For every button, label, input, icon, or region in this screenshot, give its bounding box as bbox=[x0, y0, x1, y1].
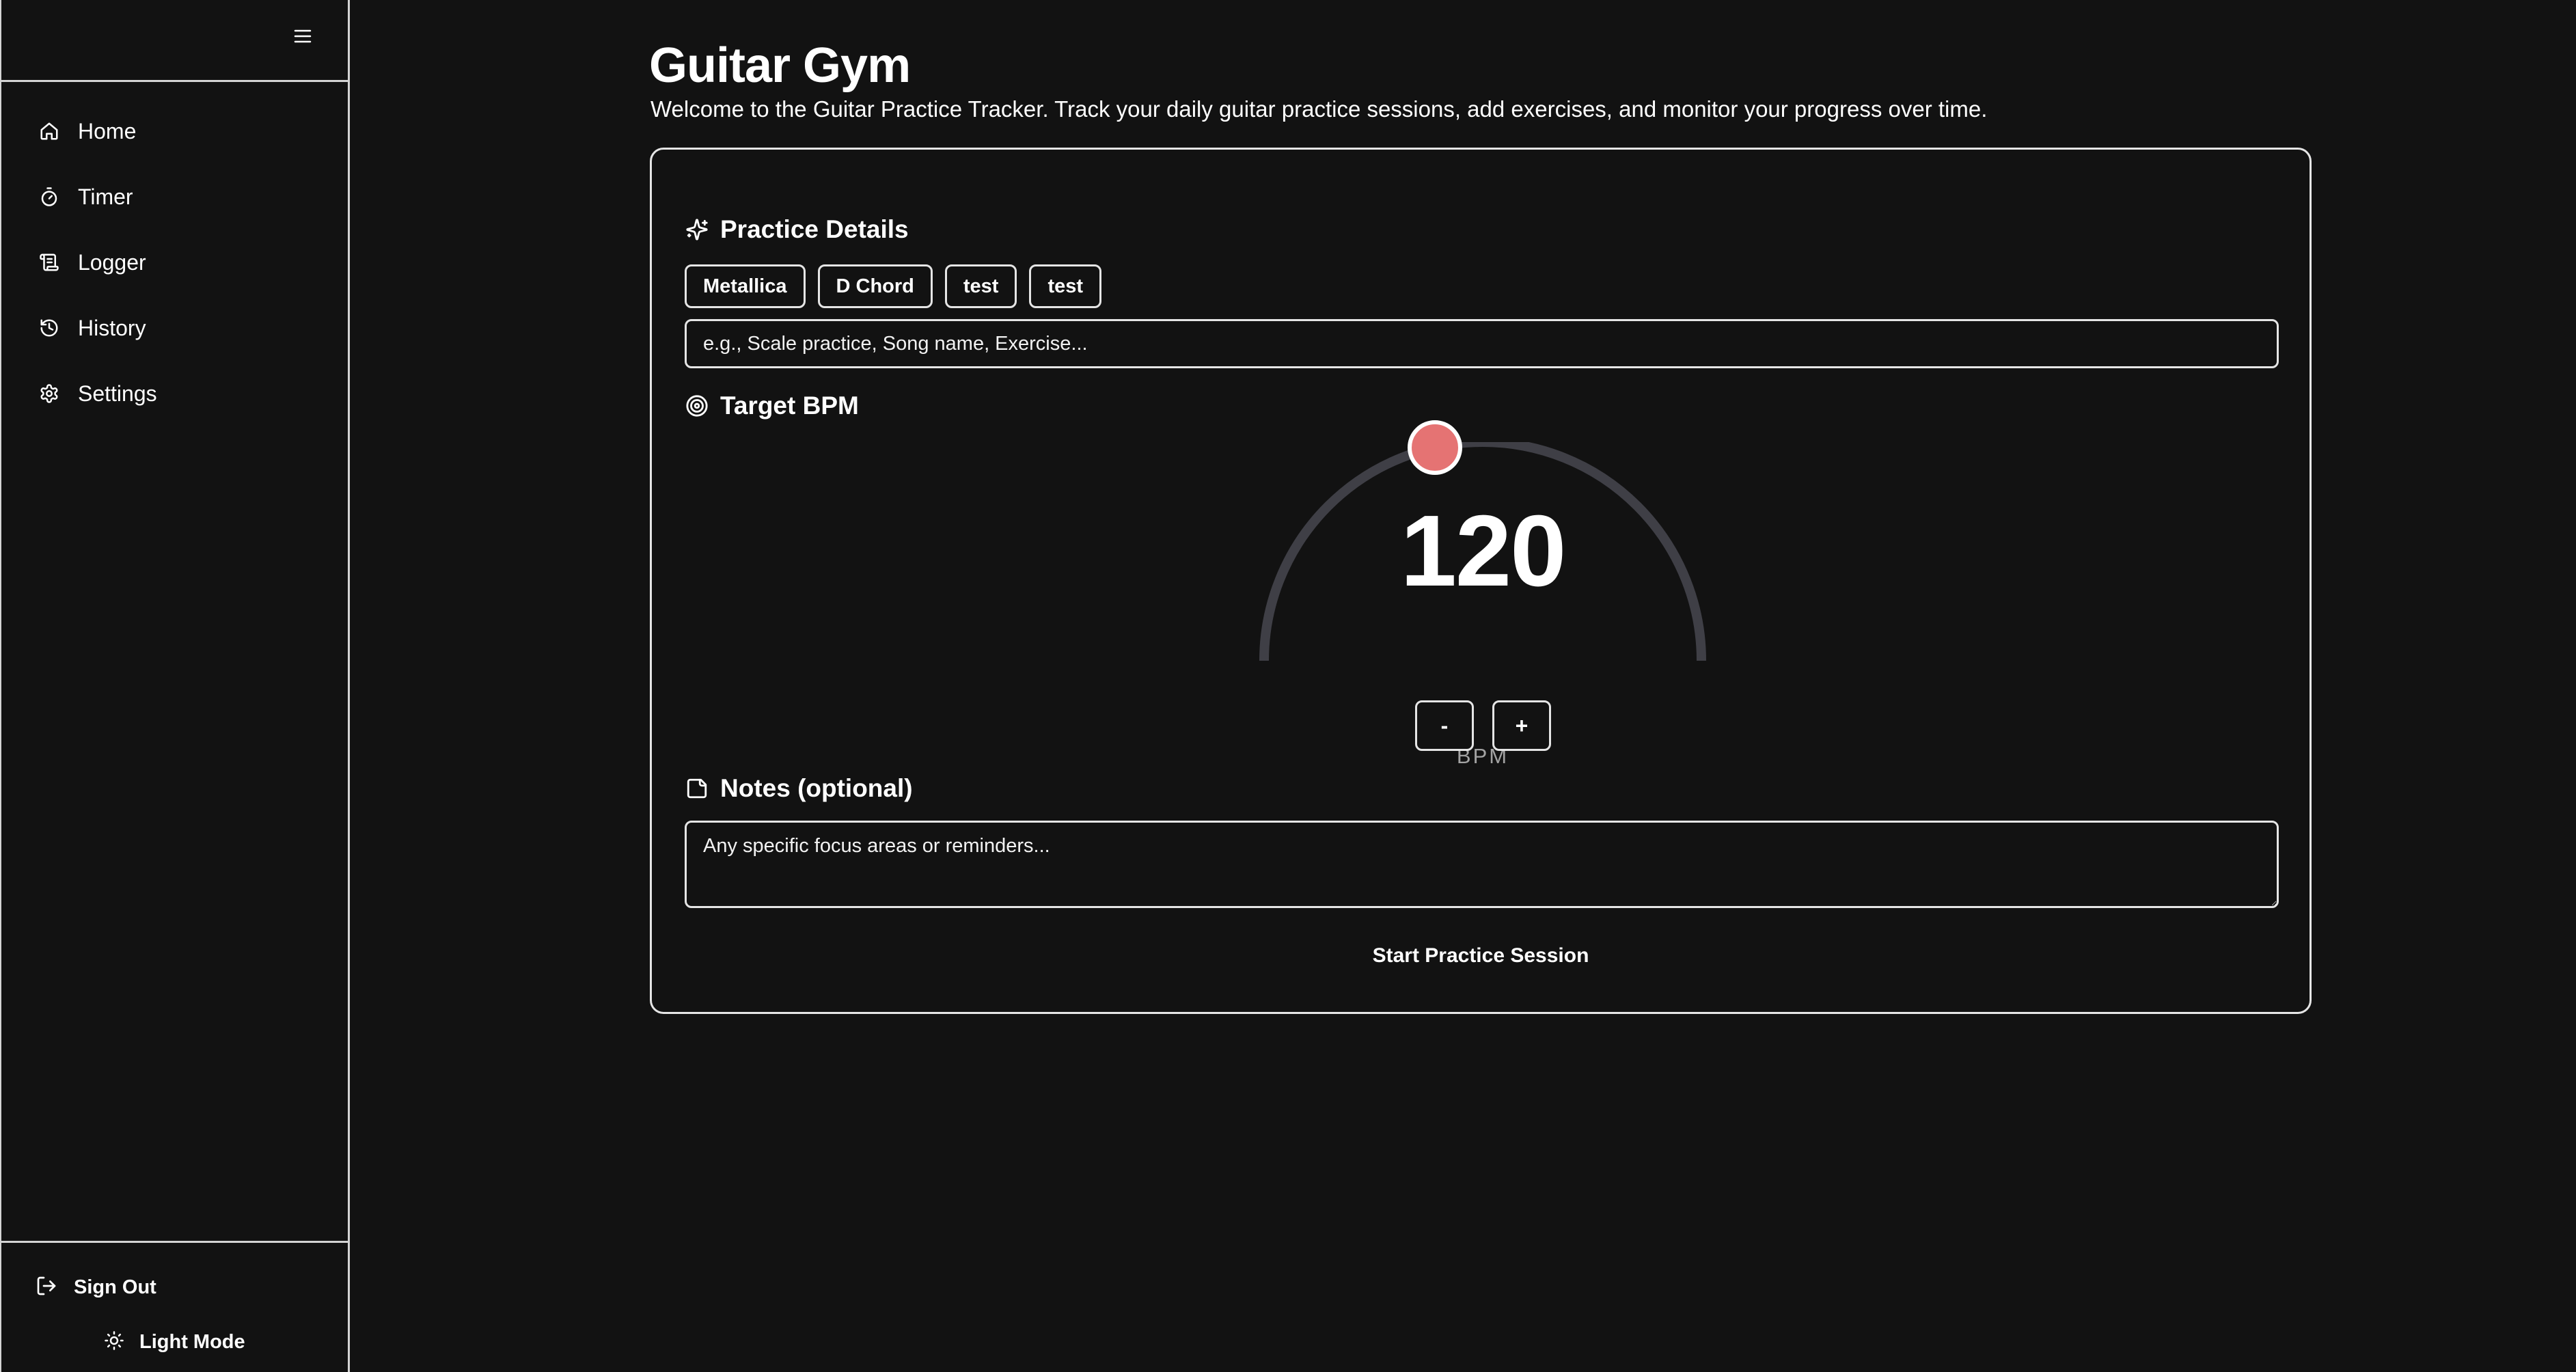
light-mode-label: Light Mode bbox=[139, 1330, 245, 1353]
sidebar-footer: Sign Out Light Mode bbox=[1, 1241, 348, 1372]
tag-chip[interactable]: Metallica bbox=[685, 264, 806, 308]
timer-icon bbox=[37, 184, 61, 209]
sign-out-button[interactable]: Sign Out bbox=[36, 1270, 156, 1304]
sidebar-item-label: Logger bbox=[78, 249, 146, 275]
sign-out-icon bbox=[36, 1275, 57, 1300]
sidebar-item-history[interactable]: History bbox=[37, 306, 146, 350]
page-title: Guitar Gym bbox=[649, 38, 911, 93]
sidebar-item-label: Settings bbox=[78, 381, 157, 406]
sidebar: Home Timer Logger History Settings Sign … bbox=[0, 0, 350, 1372]
start-practice-button[interactable]: Start Practice Session bbox=[652, 935, 2310, 976]
logger-icon bbox=[37, 250, 61, 275]
section-title: Target BPM bbox=[720, 392, 859, 420]
sidebar-header bbox=[1, 0, 348, 82]
sidebar-item-label: Timer bbox=[78, 184, 133, 209]
sidebar-item-label: History bbox=[78, 315, 146, 340]
practice-details-heading: Practice Details bbox=[685, 212, 909, 247]
bpm-unit-label: BPM bbox=[1456, 744, 1509, 768]
target-bpm-heading: Target BPM bbox=[685, 389, 859, 423]
bpm-dial-knob[interactable] bbox=[1408, 420, 1463, 475]
tag-chip[interactable]: D Chord bbox=[817, 264, 933, 308]
page-subtitle: Welcome to the Guitar Practice Tracker. … bbox=[650, 96, 1988, 122]
gear-icon bbox=[37, 381, 61, 406]
tag-list: Metallica D Chord test test bbox=[685, 264, 1102, 308]
bpm-value: 120 bbox=[1400, 495, 1567, 607]
sidebar-item-label: Home bbox=[78, 118, 137, 143]
sign-out-label: Sign Out bbox=[74, 1276, 156, 1298]
hamburger-icon bbox=[294, 29, 312, 47]
history-icon bbox=[37, 316, 61, 340]
practice-name-input[interactable] bbox=[685, 319, 2279, 368]
tag-chip[interactable]: test bbox=[944, 264, 1017, 308]
bpm-increment-button[interactable]: + bbox=[1492, 700, 1551, 751]
target-icon bbox=[685, 394, 709, 418]
sticky-note-icon bbox=[685, 776, 709, 801]
sparkles-icon bbox=[685, 217, 709, 242]
notes-heading: Notes (optional) bbox=[685, 771, 913, 806]
home-icon bbox=[37, 119, 61, 143]
sidebar-item-timer[interactable]: Timer bbox=[37, 175, 133, 219]
bpm-decrement-button[interactable]: - bbox=[1415, 700, 1474, 751]
practice-card: Practice Details Metallica D Chord test … bbox=[650, 148, 2312, 1014]
tag-chip[interactable]: test bbox=[1029, 264, 1102, 308]
sidebar-item-settings[interactable]: Settings bbox=[37, 372, 157, 415]
sidebar-item-logger[interactable]: Logger bbox=[37, 241, 146, 284]
section-title: Practice Details bbox=[720, 215, 909, 243]
light-mode-toggle[interactable]: Light Mode bbox=[104, 1325, 245, 1359]
bpm-dial[interactable]: 120 BPM bbox=[1253, 420, 1712, 768]
section-title: Notes (optional) bbox=[720, 774, 913, 802]
notes-textarea[interactable] bbox=[685, 821, 2279, 908]
sidebar-item-home[interactable]: Home bbox=[37, 109, 136, 153]
menu-toggle-button[interactable] bbox=[291, 26, 314, 49]
sun-icon bbox=[104, 1330, 124, 1354]
